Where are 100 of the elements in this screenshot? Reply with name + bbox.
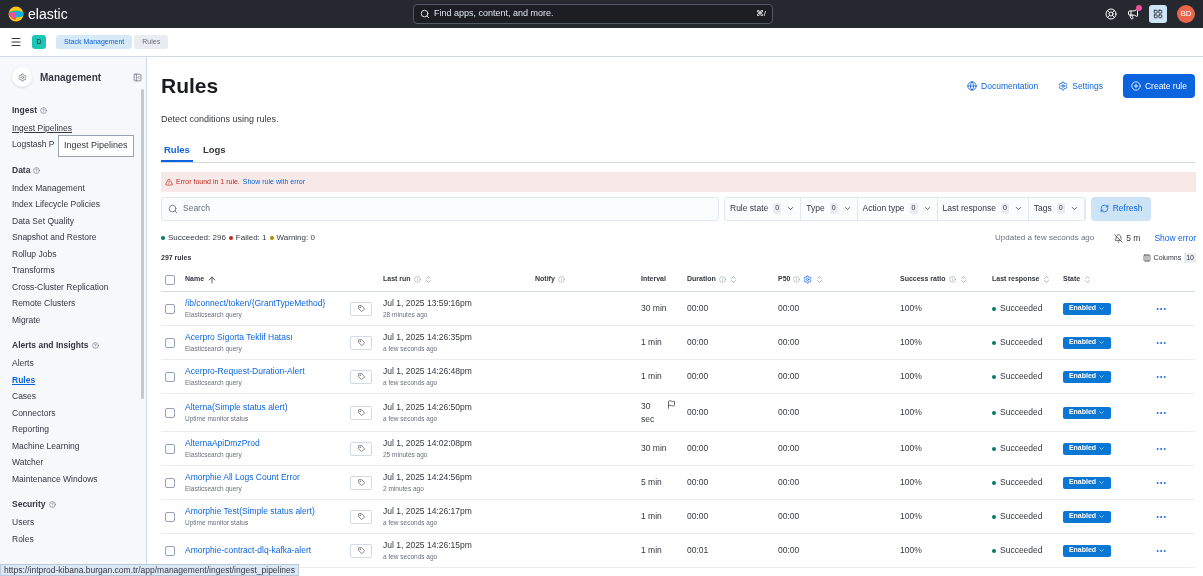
status-count: Succeeded: 296 (168, 232, 226, 244)
sort-icon[interactable] (423, 275, 433, 284)
sidebar-item[interactable]: Users (12, 516, 35, 530)
row-checkbox[interactable] (165, 545, 175, 556)
menu-icon[interactable] (10, 36, 22, 48)
tags-button[interactable] (350, 405, 372, 420)
success-ratio: 100% (900, 544, 923, 557)
rule-name-link[interactable]: Amorphie-contract-dlq-kafka-alert (185, 544, 350, 557)
settings-link[interactable]: Settings (1058, 79, 1103, 93)
sidebar-item[interactable]: Connectors (12, 406, 56, 420)
settings-icon (1058, 81, 1069, 91)
sort-icon[interactable] (728, 275, 738, 284)
help-icon (40, 106, 48, 114)
row-checkbox[interactable] (165, 407, 175, 418)
search-field[interactable]: Search (161, 196, 719, 221)
success-ratio: 100% (900, 442, 923, 455)
status-count: Failed: 1 (235, 232, 267, 244)
sidebar-item[interactable]: Index Lifecycle Policies (12, 198, 100, 212)
create-rule-button[interactable]: Create rule (1122, 74, 1195, 98)
sort-icon[interactable] (1042, 275, 1052, 284)
search-placeholder: Find apps, content, and more. (434, 7, 555, 21)
chevron-down-icon (1098, 445, 1106, 452)
sort-ascending-icon[interactable] (207, 274, 218, 285)
row-checkbox[interactable] (165, 477, 175, 488)
rule-name-link[interactable]: Acerpro-Request-Duration-Alert (185, 365, 350, 378)
bell-off-icon[interactable] (1114, 233, 1124, 243)
last-response: Succeeded (1000, 476, 1043, 489)
last-response: Succeeded (1000, 406, 1043, 419)
rule-name-link[interactable]: /ib/connect/token/{GrantTypeMethod} (185, 297, 350, 310)
sidebar-item[interactable]: Watcher (12, 456, 44, 470)
apps-button[interactable] (1149, 5, 1167, 23)
interval: 30 sec (641, 399, 656, 426)
sidebar-item[interactable]: Cases (12, 390, 37, 404)
tags-button[interactable] (350, 475, 372, 490)
duration: 00:00 (687, 370, 710, 383)
sidebar-item[interactable]: Rollup Jobs (12, 247, 57, 261)
tag-icon (357, 305, 365, 312)
select-all-checkbox[interactable] (165, 274, 175, 285)
sidebar-item[interactable]: Roles (12, 532, 34, 546)
search-icon (420, 9, 430, 19)
logo-icon (8, 6, 24, 22)
sidebar-item[interactable]: Reporting (12, 423, 49, 437)
rule-name-link[interactable]: Amorphie All Logs Count Error (185, 471, 350, 484)
rule-name-link[interactable]: Alterna(Simple status alert) (185, 401, 350, 414)
sidebar-item[interactable]: Index Management (12, 181, 85, 195)
chevron-down-icon (842, 204, 852, 213)
sidebar-item[interactable]: Transforms (12, 264, 55, 278)
info-icon (718, 276, 726, 283)
chevron-down-icon (1098, 547, 1106, 554)
row-checkbox[interactable] (165, 511, 175, 522)
sidebar-item[interactable]: Rules (12, 373, 36, 387)
tags-button[interactable] (350, 509, 372, 524)
interval: 1 min (641, 336, 662, 349)
sort-icon[interactable] (958, 275, 968, 284)
row-checkbox[interactable] (165, 443, 175, 454)
global-search-field[interactable]: Find apps, content, and more. ⌘/ (413, 4, 773, 24)
sort-icon[interactable] (815, 275, 825, 284)
tags-button[interactable] (350, 335, 372, 350)
last-response: Succeeded (1000, 336, 1043, 349)
last-run-date: Jul 1, 2025 14:02:08pm (383, 437, 473, 450)
duration: 00:00 (687, 510, 710, 523)
row-checkbox[interactable] (165, 303, 175, 314)
sidebar-item[interactable]: Machine Learning (12, 439, 80, 453)
scrollbar-thumb[interactable] (141, 89, 144, 399)
sidebar-item[interactable]: Maintenance Windows (12, 472, 98, 486)
sidebar-item[interactable]: Cross-Cluster Replication (12, 280, 109, 294)
settings-icon[interactable] (803, 275, 813, 284)
rule-name-link[interactable]: Acerpro Sigorta Teklif Hatası (185, 331, 350, 344)
tags-button[interactable] (350, 301, 372, 316)
last-run-date: Jul 1, 2025 13:59:16pm (383, 297, 473, 310)
sidebar-item[interactable]: Data Set Quality (12, 214, 74, 228)
sort-icon[interactable] (1083, 275, 1093, 284)
tags-button[interactable] (350, 441, 372, 456)
sidebar-item[interactable]: Alerts (12, 357, 34, 371)
warning-icon (165, 178, 173, 186)
collapse-icon[interactable] (133, 72, 142, 82)
rule-name-link[interactable]: Amorphie Test(Simple status alert) (185, 505, 350, 518)
sidebar-item[interactable]: Snapshot and Restore (12, 231, 97, 245)
duration: 00:00 (687, 336, 710, 349)
help-icon[interactable] (1105, 8, 1117, 20)
tab[interactable]: Rules (161, 141, 193, 162)
row-checkbox[interactable] (165, 337, 175, 348)
tag-icon (357, 479, 365, 486)
rule-name-link[interactable]: AlternaApiDmzProd (185, 437, 350, 450)
documentation-link[interactable]: Documentation (967, 79, 1039, 93)
row-checkbox[interactable] (165, 371, 175, 382)
sidebar-item[interactable]: Ingest Pipelines (12, 121, 72, 135)
sidebar-item[interactable]: Logstash P (12, 138, 55, 152)
sidebar-item[interactable]: Migrate (12, 313, 41, 327)
success-ratio: 100% (900, 302, 923, 315)
tab[interactable]: Logs (196, 141, 232, 162)
refresh-button[interactable]: Refresh (1090, 196, 1152, 221)
tags-button[interactable] (350, 543, 372, 558)
megaphone-icon[interactable] (1127, 8, 1139, 20)
interval: 30 min (641, 442, 667, 455)
tags-button[interactable] (350, 369, 372, 384)
interval: 30 min (641, 302, 667, 315)
help-icon (48, 501, 56, 508)
sidebar-item[interactable]: Remote Clusters (12, 297, 76, 311)
show-error-button[interactable]: Show error (1154, 231, 1196, 245)
